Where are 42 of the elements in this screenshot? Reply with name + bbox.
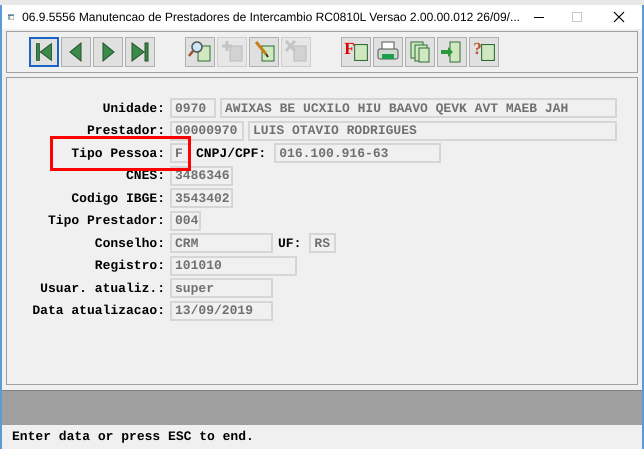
field-label: Data atualizacao:: [31, 302, 165, 320]
toolbar-button[interactable]: [185, 37, 215, 67]
input-field[interactable]: CRM: [170, 233, 273, 254]
input-field[interactable]: 101010: [170, 256, 297, 276]
input-field[interactable]: 3543402: [170, 188, 233, 208]
input-field[interactable]: 13/09/2019: [170, 300, 273, 321]
window-title: 06.9.5556 Manutencao de Prestadores de Intercambio RC0810L Versao 2.00.00.012 26/09/...: [22, 9, 520, 26]
field-label: Unidade:: [102, 100, 165, 118]
input-field[interactable]: AWIXAS BE UCXILO HIU BAAVO QEVK AVT MAEB JAH: [220, 98, 617, 118]
field-label: Registro:: [94, 257, 165, 275]
toolbar-button[interactable]: F: [341, 37, 371, 67]
toolbar-button[interactable]: [61, 37, 91, 67]
field-label: Prestador:: [86, 122, 165, 140]
field-label: CNPJ/CPF:: [196, 144, 266, 162]
toolbar-button[interactable]: [249, 37, 279, 67]
status-message: Enter data or press ESC to end.: [12, 428, 254, 446]
input-field[interactable]: 3486346: [170, 166, 233, 186]
field-label: UF:: [278, 234, 302, 252]
toolbar-button[interactable]: [29, 37, 59, 67]
document-icon: [480, 44, 495, 60]
field-label: Tipo Pessoa:: [70, 144, 165, 162]
input-field[interactable]: 0970: [170, 98, 216, 118]
toolbar-button[interactable]: [373, 37, 403, 67]
field-label: Usuar. atualiz.:: [39, 280, 165, 298]
toolbar-button[interactable]: [125, 37, 155, 67]
toolbar-button[interactable]: [437, 37, 467, 67]
minimize-icon: [534, 16, 544, 18]
field-label: Codigo IBGE:: [70, 190, 165, 208]
input-field[interactable]: RS: [309, 233, 336, 254]
document-icon: [354, 44, 368, 60]
input-field[interactable]: 016.100.916-63: [274, 143, 442, 164]
input-field[interactable]: 00000970: [170, 120, 244, 141]
maximize-icon: [572, 12, 582, 22]
input-field[interactable]: 004: [170, 210, 201, 231]
input-field[interactable]: LUIS OTAVIO RODRIGUES: [248, 120, 617, 141]
input-field[interactable]: super: [170, 278, 273, 298]
toolbar-button[interactable]: ?: [469, 37, 499, 67]
field-label: Conselho:: [94, 234, 165, 252]
close-icon: [613, 11, 625, 23]
toolbar-button[interactable]: [93, 37, 123, 67]
toolbar-button[interactable]: [405, 37, 435, 67]
field-label: Tipo Prestador:: [46, 212, 165, 230]
